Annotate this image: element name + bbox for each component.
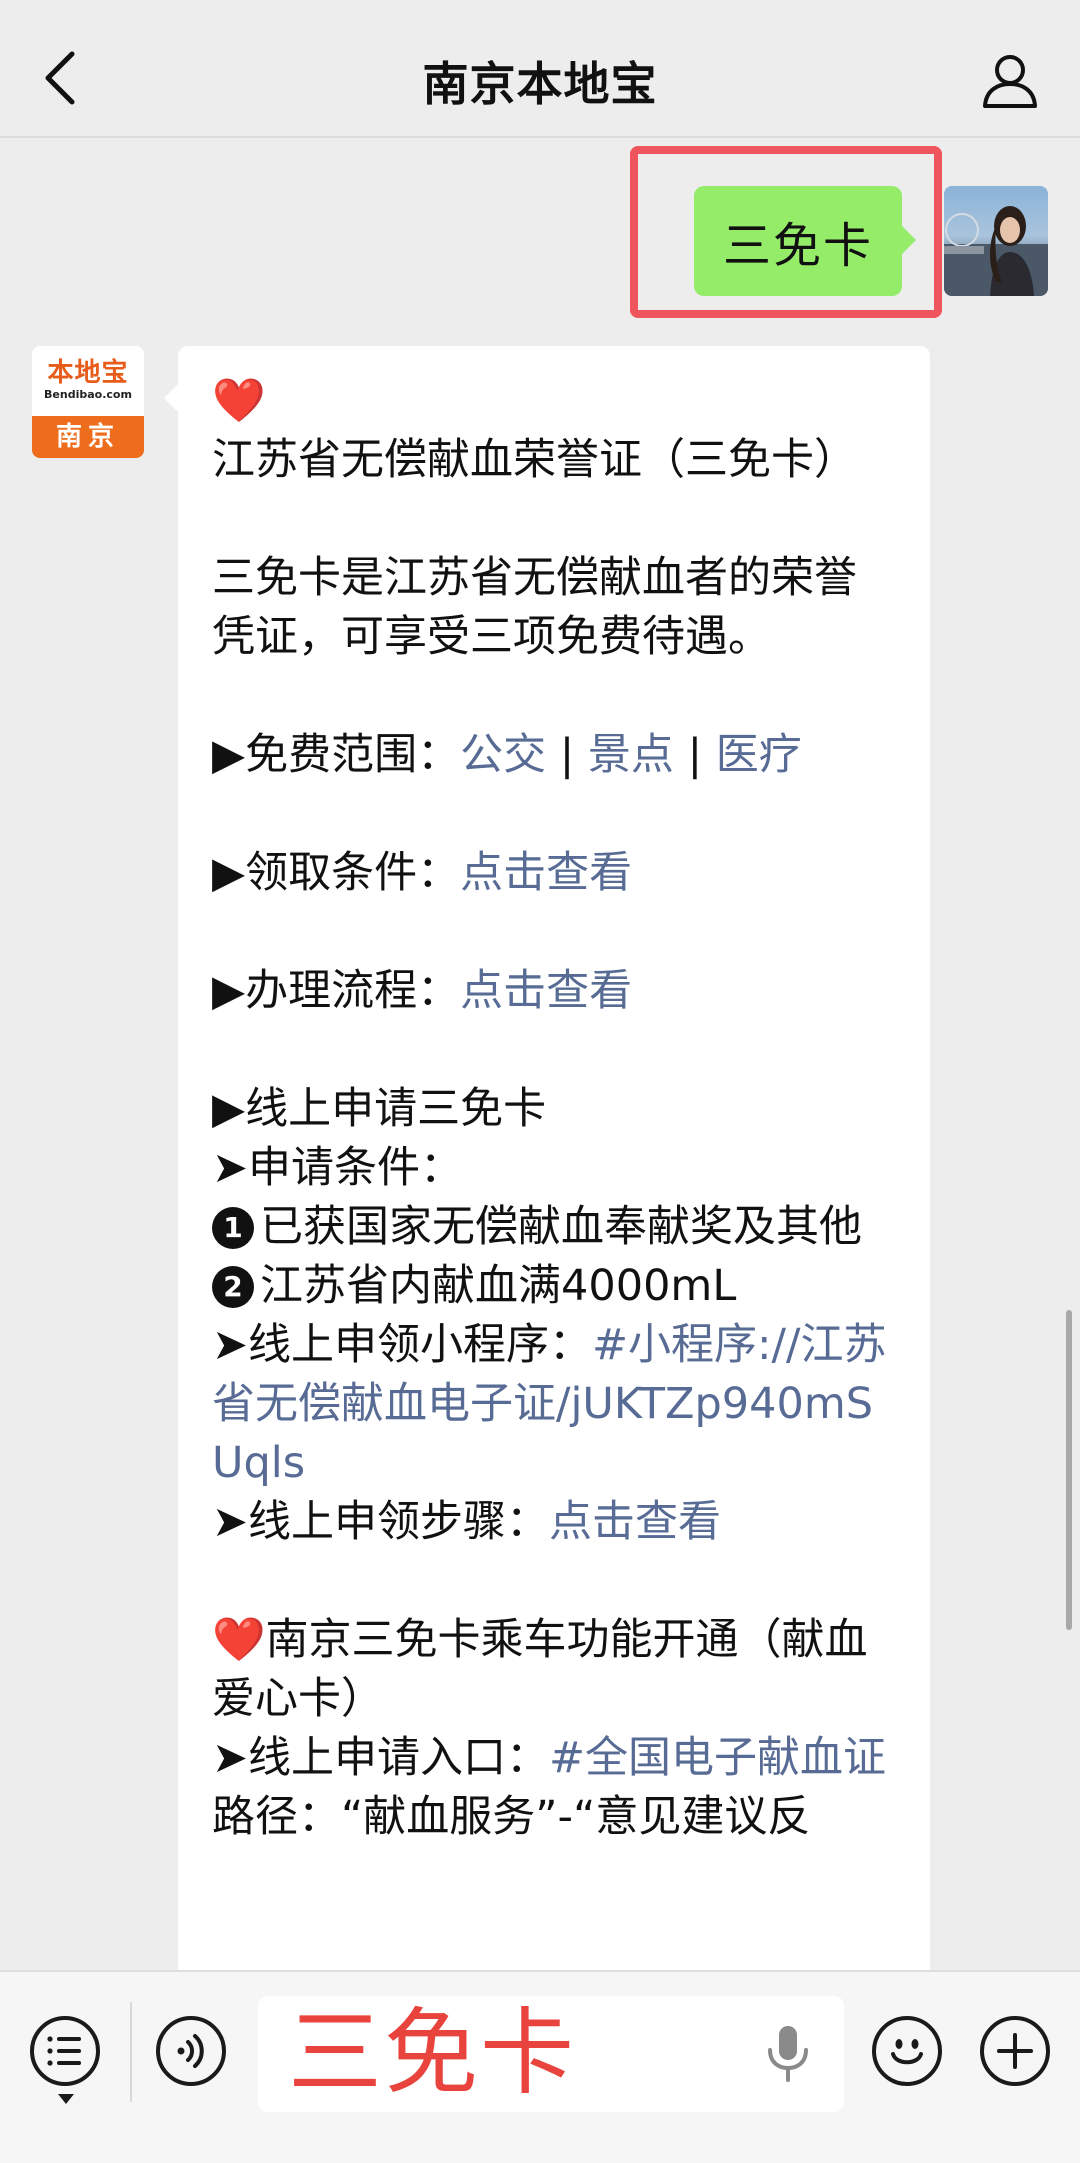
intro-text: 三免卡是江苏省无偿献血者的荣誉凭证，可享受三项免费待遇。: [212, 553, 857, 662]
plus-button[interactable]: [980, 2016, 1050, 2086]
scope-separator: |: [546, 730, 588, 780]
menu-list-icon: [47, 2036, 81, 2066]
user-avatar[interactable]: [944, 186, 1048, 296]
process-label: ▶办理流程：: [212, 966, 461, 1016]
message-input[interactable]: 三免卡: [258, 1996, 844, 2112]
miniprogram-line: ➤线上申领小程序：#小程序://江苏省无偿献血电子证/jUKTZp940mSUq…: [212, 1316, 896, 1493]
number-one-icon: 1: [212, 1207, 254, 1249]
emoji-icon: [891, 2039, 923, 2065]
mic-icon[interactable]: [758, 2022, 818, 2086]
steps-label: ➤线上申领步骤：: [212, 1497, 550, 1547]
chat-area[interactable]: 三免卡 本地宝 Bendibao.com 南京 ❤️ 江苏省无偿献血荣誉证（三免卡…: [0, 140, 1080, 1970]
emoji-button[interactable]: [872, 2016, 942, 2086]
scope-separator: |: [673, 730, 716, 780]
heading-line-1: ❤️ 江苏省无偿献血荣誉证（三免卡）: [212, 372, 896, 490]
scope-link-medical[interactable]: 医疗: [716, 730, 802, 780]
voice-icon: [177, 2034, 204, 2068]
condition-1: 1 已获国家无偿献血奉献奖及其他: [212, 1198, 896, 1257]
miniprogram-label: ➤线上申领小程序：: [212, 1320, 593, 1370]
conditions-line: ▶领取条件：点击查看: [212, 844, 896, 903]
bot-avatar-top: 本地宝 Bendibao.com: [32, 346, 144, 416]
heading-1: 江苏省无偿献血荣誉证（三免卡）: [212, 435, 857, 485]
bot-city: 南京: [32, 416, 144, 458]
divider: [130, 2002, 132, 2102]
heading-line-2: ❤️南京三免卡乘车功能开通（献血爱心卡）: [212, 1611, 896, 1729]
user-avatar-photo: [944, 206, 1048, 296]
page-title: 南京本地宝: [422, 57, 658, 111]
scope-link-scenic[interactable]: 景点: [588, 730, 674, 780]
path-text: 路径：“献血服务”-“意见建议反: [212, 1792, 811, 1842]
voice-button[interactable]: [156, 2016, 226, 2086]
heart-icon: ❤️: [212, 1615, 266, 1665]
heart-icon: ❤️: [212, 376, 266, 426]
input-bar: 三免卡: [0, 1970, 1080, 2163]
nav-header: 南京本地宝: [0, 0, 1080, 138]
condition-2: 2 江苏省内献血满4000mL: [212, 1257, 896, 1316]
condition-1-text: 已获国家无偿献血奉献奖及其他: [260, 1202, 862, 1252]
caret-down-icon: [58, 2094, 74, 2104]
condition-2-text: 江苏省内献血满4000mL: [260, 1261, 737, 1311]
heading-2: 南京三免卡乘车功能开通（献血爱心卡）: [212, 1615, 868, 1724]
user-icon[interactable]: [980, 50, 1040, 110]
scope-link-bus[interactable]: 公交: [460, 730, 546, 780]
bot-brand: 本地宝: [47, 358, 129, 388]
scrollbar[interactable]: [1066, 1310, 1072, 1630]
bot-domain: Bendibao.com: [44, 388, 132, 401]
scope-label: ▶免费范围：: [212, 730, 461, 780]
outgoing-message-bubble[interactable]: 三免卡: [694, 186, 916, 296]
bot-avatar[interactable]: 本地宝 Bendibao.com 南京: [32, 346, 144, 458]
conditions-link[interactable]: 点击查看: [460, 848, 632, 898]
entry-label: ➤线上申请入口：: [212, 1733, 550, 1783]
entry-link[interactable]: #全国电子献血证: [549, 1733, 886, 1783]
conditions-label: ▶领取条件：: [212, 848, 461, 898]
apply-conditions-label: ➤申请条件：: [212, 1143, 464, 1193]
number-two-icon: 2: [212, 1266, 254, 1308]
message-input-value: 三免卡: [288, 1999, 577, 2108]
steps-link[interactable]: 点击查看: [549, 1497, 721, 1547]
online-title: ▶线上申请三免卡: [212, 1084, 547, 1134]
process-link[interactable]: 点击查看: [460, 966, 632, 1016]
plus-icon: [997, 2033, 1033, 2069]
menu-list-button[interactable]: [30, 2016, 100, 2086]
scope-line: ▶免费范围：公交 | 景点 | 医疗: [212, 726, 896, 785]
process-line: ▶办理流程：点击查看: [212, 962, 896, 1021]
incoming-message-bubble[interactable]: ❤️ 江苏省无偿献血荣誉证（三免卡） 三免卡是江苏省无偿献血者的荣誉凭证，可享受三…: [164, 346, 930, 1970]
steps-line: ➤线上申领步骤：点击查看: [212, 1493, 896, 1552]
entry-line: ➤线上申请入口：#全国电子献血证: [212, 1729, 896, 1788]
